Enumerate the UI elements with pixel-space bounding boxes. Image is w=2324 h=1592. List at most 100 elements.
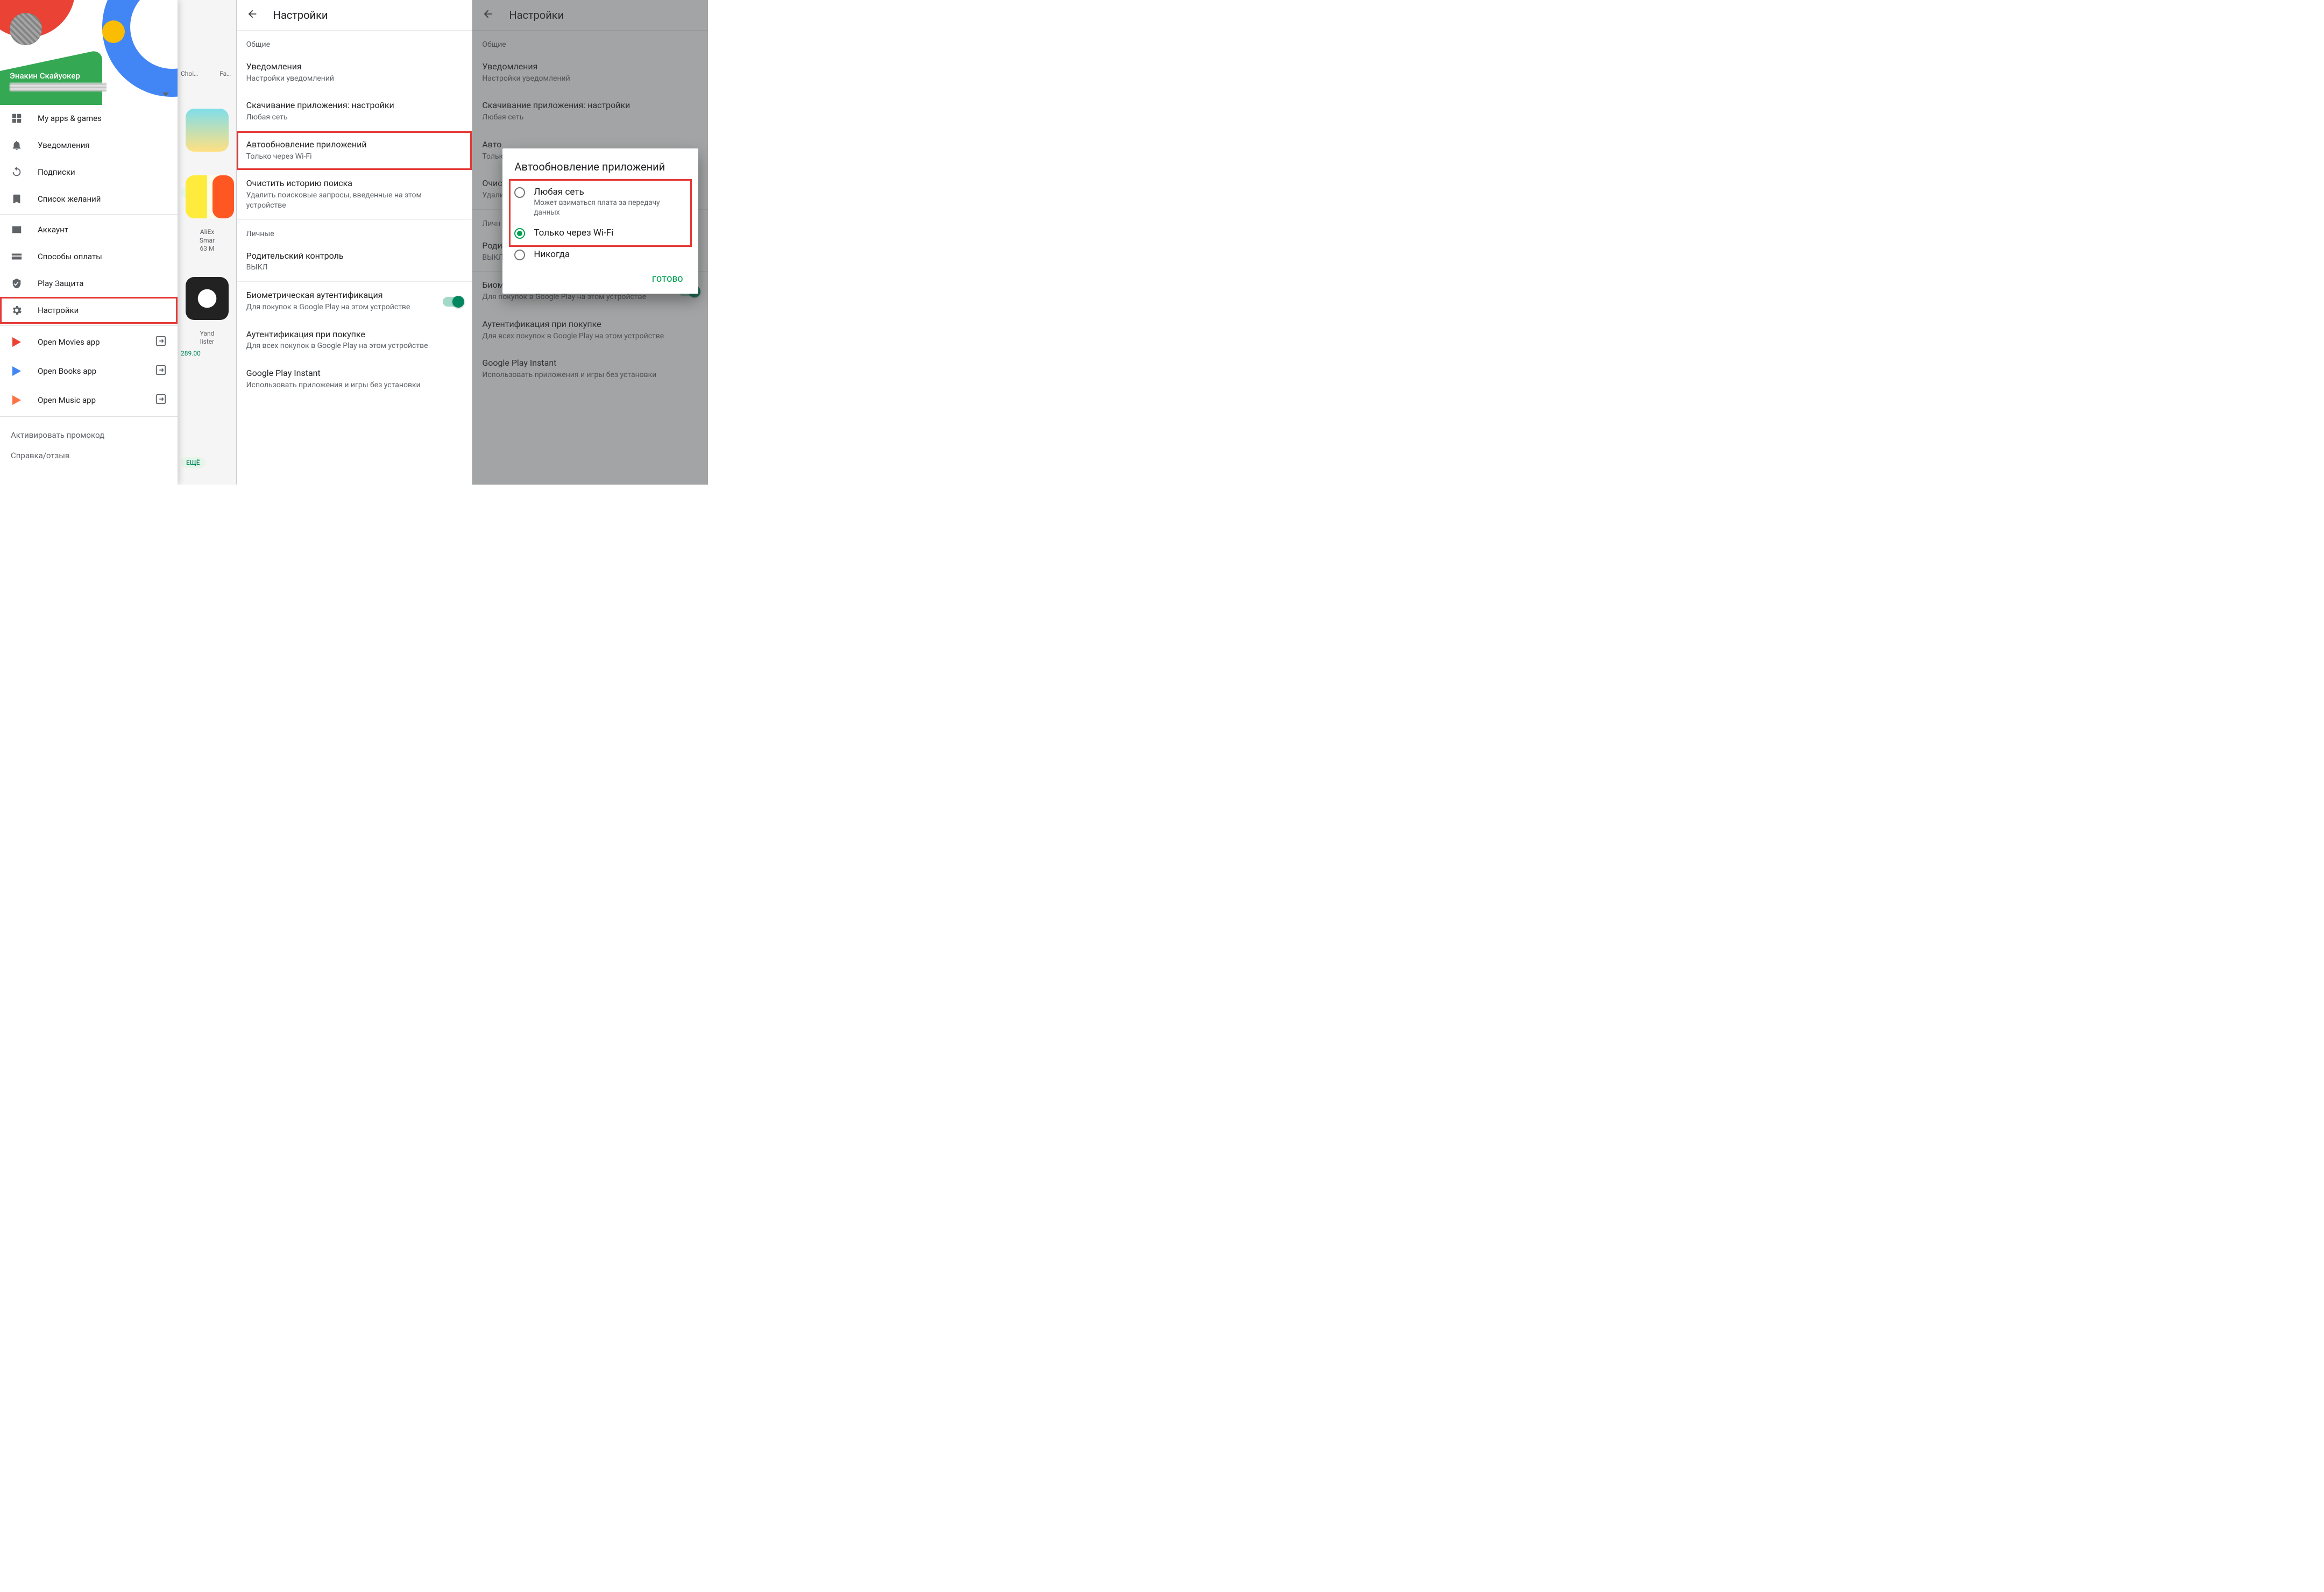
section-general: Общие bbox=[472, 31, 708, 53]
row-biometric[interactable]: Биометрическая аутентификация Для покупо… bbox=[237, 282, 472, 321]
back-button[interactable] bbox=[246, 8, 258, 22]
chevron-down-icon[interactable] bbox=[162, 93, 169, 96]
row-title: Скачивание приложения: настройки bbox=[246, 99, 463, 111]
screenshot-settings: Настройки Общие Уведомления Настройки ув… bbox=[236, 0, 472, 485]
row-subtitle: ВЫКЛ bbox=[246, 262, 463, 273]
row-subtitle: Для покупок в Google Play на этом устрой… bbox=[246, 302, 435, 312]
gear-icon bbox=[11, 304, 23, 316]
store-content-peek: Choi… Fa… ЕЩЁ AliExSmar63 M Yandlister 2… bbox=[178, 0, 236, 485]
category-chip: Fa… bbox=[219, 70, 231, 77]
radio-never[interactable]: Никогда bbox=[514, 244, 686, 265]
app-caption: Yandlister bbox=[178, 330, 236, 346]
drawer-footer: Активировать промокод Справка/отзыв bbox=[0, 418, 178, 472]
switch-toggle[interactable] bbox=[452, 296, 464, 308]
row-clear-history[interactable]: Очистить историю поиска Удалить поисковы… bbox=[237, 170, 472, 219]
account-name: Энакин Скайуокер bbox=[10, 71, 168, 81]
app-thumbnail bbox=[186, 109, 229, 152]
row-instant: Google Play InstantИспользовать приложен… bbox=[472, 350, 708, 388]
radio-sublabel: Может взиматься плата за передачу данных bbox=[534, 198, 686, 217]
row-subtitle: Удалить поисковые запросы, введенные на … bbox=[246, 190, 463, 211]
page-title: Настройки bbox=[273, 9, 328, 22]
row-subtitle: Любая сеть bbox=[246, 112, 463, 123]
app-bar: Настройки bbox=[237, 0, 472, 30]
dialog-actions: ГОТОВО bbox=[514, 265, 686, 288]
app-thumbnail bbox=[186, 277, 229, 320]
nav-open-music[interactable]: Open Music app bbox=[0, 386, 178, 415]
row-auth-purchase: Аутентификация при покупкеДля всех покуп… bbox=[472, 311, 708, 350]
more-pill[interactable]: ЕЩЁ bbox=[181, 457, 206, 468]
row-title: Автообновление приложений bbox=[246, 139, 463, 151]
radio-label: Только через Wi-Fi bbox=[534, 227, 613, 239]
nav-label: Настройки bbox=[38, 305, 79, 315]
nav-notifications[interactable]: Уведомления bbox=[0, 132, 178, 159]
nav-label: Подписки bbox=[38, 167, 75, 177]
nav-label: Open Books app bbox=[38, 366, 96, 376]
section-general: Общие bbox=[237, 31, 472, 53]
row-title: Аутентификация при покупке bbox=[246, 329, 463, 340]
account-icon bbox=[11, 224, 23, 236]
screenshot-dialog: Настройки Общие УведомленияНастройки уве… bbox=[472, 0, 708, 485]
row-subtitle: Настройки уведомлений bbox=[246, 74, 463, 84]
nav-wishlist[interactable]: Список желаний bbox=[0, 186, 178, 212]
category-chip: Choi… bbox=[181, 70, 198, 77]
nav-payment[interactable]: Способы оплаты bbox=[0, 243, 178, 270]
grid-icon bbox=[11, 112, 23, 124]
nav-subscriptions[interactable]: Подписки bbox=[0, 159, 178, 186]
shield-icon bbox=[11, 278, 23, 289]
nav-label: Способы оплаты bbox=[38, 252, 102, 261]
nav-redeem[interactable]: Активировать промокод bbox=[11, 425, 167, 445]
drawer-nav: My apps & games Уведомления Подписки Спи… bbox=[0, 105, 178, 485]
row-notifications: УведомленияНастройки уведомлений bbox=[472, 53, 708, 92]
avatar[interactable] bbox=[10, 13, 42, 45]
row-download-pref: Скачивание приложения: настройкиЛюбая се… bbox=[472, 92, 708, 131]
row-title: Родительский контроль bbox=[246, 250, 463, 262]
navigation-drawer: Энакин Скайуокер My apps & games Уведомл… bbox=[0, 0, 178, 485]
row-subtitle: Для всех покупок в Google Play на этом у… bbox=[246, 341, 463, 351]
row-title: Уведомления bbox=[246, 61, 463, 73]
refresh-icon bbox=[11, 166, 23, 178]
play-books-icon bbox=[11, 365, 23, 377]
radio-any-network[interactable]: Любая сетьМожет взиматься плата за перед… bbox=[514, 181, 686, 222]
row-auth-purchase[interactable]: Аутентификация при покупке Для всех поку… bbox=[237, 321, 472, 360]
page-title: Настройки bbox=[509, 9, 564, 22]
nav-help[interactable]: Справка/отзыв bbox=[11, 445, 167, 466]
nav-settings[interactable]: Настройки bbox=[0, 297, 178, 324]
done-button[interactable]: ГОТОВО bbox=[649, 271, 686, 288]
nav-label: Open Movies app bbox=[38, 337, 100, 347]
row-title: Биометрическая аутентификация bbox=[246, 289, 435, 301]
radio-label: Любая сеть bbox=[534, 186, 686, 198]
price-label: 289.00 bbox=[178, 346, 236, 357]
divider bbox=[0, 416, 178, 417]
nav-my-apps[interactable]: My apps & games bbox=[0, 105, 178, 132]
account-email-blurred bbox=[10, 83, 107, 91]
row-auto-update[interactable]: Автообновление приложений Только через W… bbox=[237, 131, 472, 170]
drawer-header[interactable]: Энакин Скайуокер bbox=[0, 0, 178, 105]
nav-label: Список желаний bbox=[38, 194, 101, 204]
dialog-title: Автообновление приложений bbox=[514, 160, 686, 174]
nav-protect[interactable]: Play Защита bbox=[0, 270, 178, 297]
nav-label: Аккаунт bbox=[38, 225, 68, 234]
back-button bbox=[482, 8, 494, 22]
nav-label: Open Music app bbox=[38, 395, 96, 405]
open-external-icon bbox=[155, 393, 167, 407]
row-subtitle: Только через Wi-Fi bbox=[246, 152, 463, 162]
nav-account[interactable]: Аккаунт bbox=[0, 216, 178, 243]
screenshot-drawer: MUSIC Choi… Fa… ЕЩЁ AliExSmar63 M Yandli… bbox=[0, 0, 236, 485]
bell-icon bbox=[11, 139, 23, 151]
nav-open-movies[interactable]: Open Movies app bbox=[0, 328, 178, 357]
row-title: Google Play Instant bbox=[246, 367, 463, 379]
row-parental[interactable]: Родительский контроль ВЫКЛ bbox=[237, 243, 472, 281]
radio-wifi-only[interactable]: Только через Wi-Fi bbox=[514, 222, 686, 244]
nav-open-books[interactable]: Open Books app bbox=[0, 357, 178, 386]
section-personal: Личные bbox=[237, 220, 472, 243]
nav-label: Уведомления bbox=[38, 140, 90, 150]
card-icon bbox=[11, 251, 23, 262]
row-instant[interactable]: Google Play Instant Использовать приложе… bbox=[237, 360, 472, 399]
app-thumbnail bbox=[186, 175, 229, 218]
row-notifications[interactable]: Уведомления Настройки уведомлений bbox=[237, 53, 472, 92]
bookmark-icon bbox=[11, 193, 23, 205]
row-subtitle: Использовать приложения и игры без устан… bbox=[246, 380, 463, 390]
radio-icon bbox=[514, 187, 525, 198]
row-download-pref[interactable]: Скачивание приложения: настройки Любая с… bbox=[237, 92, 472, 131]
auto-update-dialog: Автообновление приложений Любая сетьМоже… bbox=[502, 148, 698, 294]
